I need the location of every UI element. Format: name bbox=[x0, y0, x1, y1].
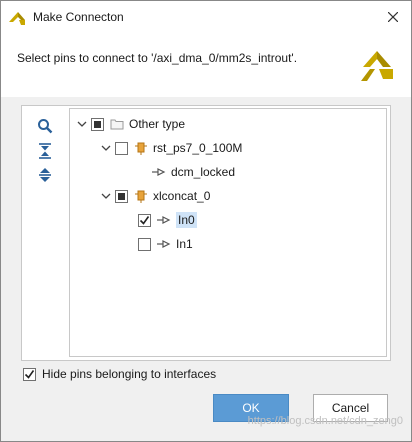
tree-node-label: dcm_locked bbox=[171, 165, 236, 179]
other-type-checkbox[interactable] bbox=[91, 117, 104, 131]
pin-icon bbox=[152, 165, 166, 179]
pin-tree: Other type rst_ps7_0_100M dcm_locked xlc… bbox=[69, 108, 387, 357]
tree-node-in0[interactable]: In0 bbox=[138, 210, 197, 230]
folder-icon bbox=[110, 117, 124, 131]
in0-checkbox[interactable] bbox=[138, 213, 151, 227]
pin-icon bbox=[157, 213, 171, 227]
title-bar: Make Connecton bbox=[1, 1, 411, 33]
watermark: https://blog.csdn.net/cdn_zeng0 bbox=[247, 415, 403, 427]
instruction-text: Select pins to connect to '/axi_dma_0/mm… bbox=[17, 51, 298, 65]
make-connection-dialog: Make Connecton Select pins to connect to… bbox=[0, 0, 412, 442]
tree-node-other-type[interactable]: Other type bbox=[76, 114, 185, 134]
tree-node-label: In1 bbox=[176, 237, 193, 251]
xilinx-logo-icon bbox=[9, 12, 25, 25]
header-area: Select pins to connect to '/axi_dma_0/mm… bbox=[1, 33, 411, 97]
hide-pins-checkbox[interactable] bbox=[23, 367, 36, 381]
tree-node-rst-ps7[interactable]: rst_ps7_0_100M bbox=[100, 138, 242, 158]
expand-all-button[interactable] bbox=[34, 164, 56, 186]
in1-checkbox[interactable] bbox=[138, 237, 151, 251]
hide-pins-option[interactable]: Hide pins belonging to interfaces bbox=[23, 367, 216, 381]
pin-selection-panel: Other type rst_ps7_0_100M dcm_locked xlc… bbox=[21, 105, 391, 361]
tree-node-label: rst_ps7_0_100M bbox=[153, 141, 243, 155]
block-icon bbox=[134, 189, 148, 203]
hide-pins-label: Hide pins belonging to interfaces bbox=[42, 367, 217, 381]
close-icon bbox=[388, 12, 398, 22]
tree-node-label: xlconcat_0 bbox=[153, 189, 211, 203]
close-button[interactable] bbox=[381, 5, 405, 29]
checkmark-icon bbox=[139, 215, 150, 225]
rst-ps7-checkbox[interactable] bbox=[115, 141, 128, 155]
search-icon bbox=[38, 119, 53, 134]
tree-node-label: In0 bbox=[176, 212, 197, 228]
checkmark-icon bbox=[24, 369, 35, 379]
chevron-down-icon[interactable] bbox=[76, 118, 88, 130]
chevron-down-icon[interactable] bbox=[100, 142, 112, 154]
tree-node-in1[interactable]: In1 bbox=[138, 234, 193, 254]
tree-node-dcm-locked[interactable]: dcm_locked bbox=[152, 162, 235, 182]
expand-all-icon bbox=[39, 168, 51, 182]
chevron-down-icon[interactable] bbox=[100, 190, 112, 202]
xilinx-logo-icon bbox=[361, 51, 393, 81]
pin-icon bbox=[157, 237, 171, 251]
tree-toolbar bbox=[22, 106, 68, 360]
tree-node-label: Other type bbox=[129, 117, 186, 131]
tree-node-xlconcat[interactable]: xlconcat_0 bbox=[100, 186, 210, 206]
window-title: Make Connecton bbox=[33, 10, 124, 24]
search-button[interactable] bbox=[34, 115, 56, 137]
collapse-all-icon bbox=[39, 143, 51, 159]
xlconcat-checkbox[interactable] bbox=[115, 189, 128, 203]
collapse-all-button[interactable] bbox=[34, 140, 56, 162]
block-icon bbox=[134, 141, 148, 155]
